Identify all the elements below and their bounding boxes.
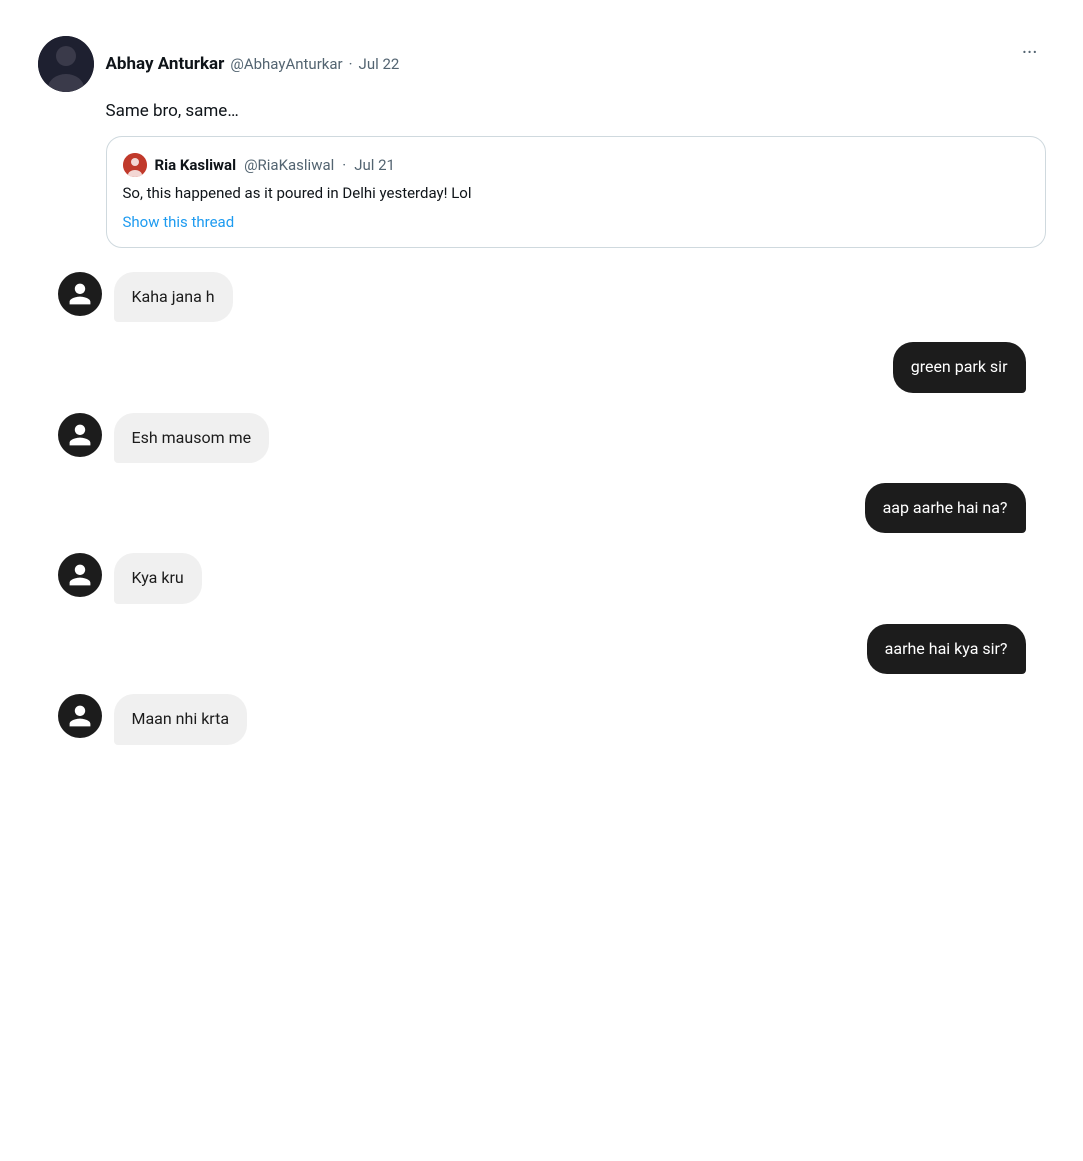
chat-area: Kaha jana h green park sir Esh mausom me…	[38, 272, 1046, 745]
chat-bubble-4: aap aarhe hai na?	[865, 483, 1026, 533]
show-thread-link[interactable]: Show this thread	[123, 213, 235, 231]
author-display-name: Abhay Anturkar	[106, 54, 225, 74]
chat-row: Esh mausom me	[58, 413, 1026, 463]
quoted-tweet-timestamp: Jul 21	[354, 156, 395, 174]
chat-row: Kaha jana h	[58, 272, 1026, 322]
chat-bubble-2: green park sir	[893, 342, 1026, 392]
author-handle: @AbhayAnturkar	[230, 55, 342, 73]
chat-bubble-7: Maan nhi krta	[114, 694, 248, 744]
tweet-container: Abhay Anturkar @AbhayAnturkar · Jul 22 ·…	[22, 20, 1062, 745]
chat-avatar-left	[58, 413, 102, 457]
more-options-button[interactable]: ···	[1014, 36, 1046, 68]
chat-bubble-6: aarhe hai kya sir?	[867, 624, 1026, 674]
user-name-row: Abhay Anturkar @AbhayAnturkar · Jul 22	[106, 54, 400, 74]
chat-row: aarhe hai kya sir?	[58, 624, 1026, 674]
chat-bubble-1: Kaha jana h	[114, 272, 233, 322]
quoted-tweet-text: So, this happened as it poured in Delhi …	[123, 183, 1029, 204]
tweet-timestamp: Jul 22	[359, 55, 400, 73]
author-avatar[interactable]	[38, 36, 94, 92]
dot-separator: ·	[349, 55, 353, 73]
tweet-text: Same bro, same…	[106, 100, 1046, 124]
quoted-author-avatar	[123, 153, 147, 177]
chat-avatar-left	[58, 553, 102, 597]
chat-avatar-left	[58, 272, 102, 316]
tweet-header: Abhay Anturkar @AbhayAnturkar · Jul 22 ·…	[38, 36, 1046, 92]
chat-row: Kya kru	[58, 553, 1026, 603]
chat-row: Maan nhi krta	[58, 694, 1026, 744]
quoted-author-display-name: Ria Kasliwal	[155, 156, 237, 174]
chat-row: green park sir	[58, 342, 1026, 392]
user-info: Abhay Anturkar @AbhayAnturkar · Jul 22	[106, 54, 400, 74]
chat-bubble-5: Kya kru	[114, 553, 202, 603]
chat-bubble-3: Esh mausom me	[114, 413, 270, 463]
quoted-author-handle: @RiaKasliwal	[244, 156, 334, 174]
chat-row: aap aarhe hai na?	[58, 483, 1026, 533]
quoted-tweet-header: Ria Kasliwal @RiaKasliwal · Jul 21	[123, 153, 1029, 177]
quoted-tweet[interactable]: Ria Kasliwal @RiaKasliwal · Jul 21 So, t…	[106, 136, 1046, 248]
quoted-dot-separator: ·	[342, 156, 346, 174]
chat-avatar-left	[58, 694, 102, 738]
tweet-header-left: Abhay Anturkar @AbhayAnturkar · Jul 22	[38, 36, 400, 92]
